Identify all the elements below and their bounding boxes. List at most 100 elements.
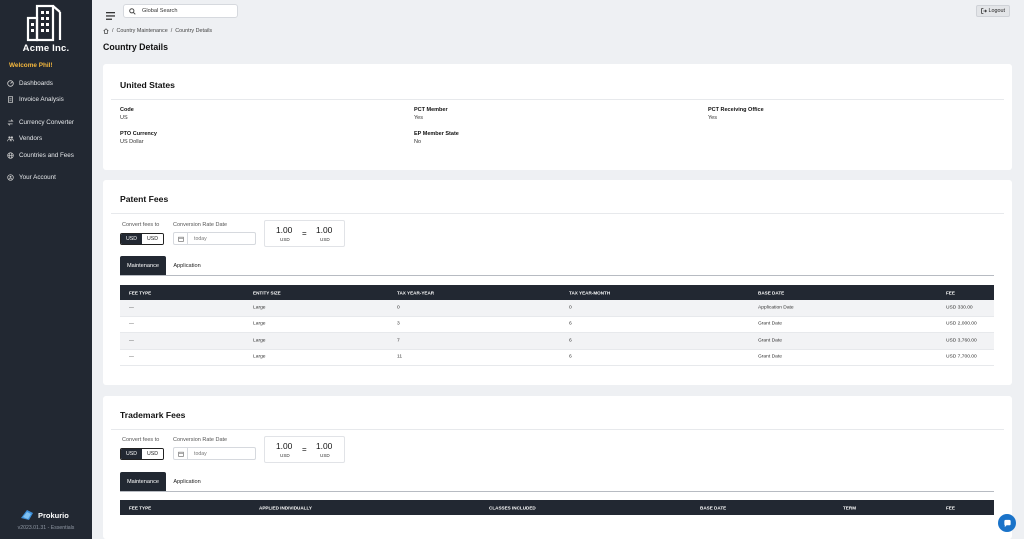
tab-underline xyxy=(120,275,994,276)
topbar: Logout xyxy=(92,0,1024,24)
sidebar-item-label: Vendors xyxy=(19,134,43,142)
field-value: No xyxy=(414,139,422,145)
cell-base-date: Application Date xyxy=(758,305,794,311)
prokurio-logo-icon xyxy=(21,510,33,520)
table-row: — Large 11 6 Grant Date USD 7,700.00 xyxy=(120,350,994,366)
cell-fee: USD 2,000.00 xyxy=(946,321,977,327)
cell-fee-type: — xyxy=(129,354,134,360)
cell-base-date: Grant Date xyxy=(758,321,782,327)
breadcrumb: / Country Maintenance / Country Details xyxy=(103,28,212,34)
currency-toggle: USD USD xyxy=(120,448,164,460)
sidebar-item-invoice-analysis[interactable]: Invoice Analysis xyxy=(7,93,64,105)
home-icon[interactable] xyxy=(103,28,109,34)
sidebar-item-currency-converter[interactable]: Currency Converter xyxy=(7,116,74,128)
cell-tax-year-year: 11 xyxy=(397,354,403,360)
rate-to-value: 1.00 xyxy=(316,441,333,451)
brand: Prokurio xyxy=(20,509,69,521)
conversion-date-input[interactable]: today xyxy=(173,447,256,460)
sidebar: Acme Inc. Welcome Phil! Dashboards Invoi… xyxy=(0,0,92,539)
table-row: — Large 0 0 Application Date USD 330.00 xyxy=(120,300,994,317)
convert-fees-label: Convert fees to xyxy=(122,437,160,443)
rate-from-value: 1.00 xyxy=(276,441,293,451)
field-value: Yes xyxy=(708,115,717,121)
conversion-date-label: Conversion Rate Date xyxy=(173,437,228,443)
currency-option-usd-alt[interactable]: USD xyxy=(142,449,163,459)
col-entity-size[interactable]: ENTITY SIZE xyxy=(253,290,281,295)
currency-option-usd[interactable]: USD xyxy=(121,449,142,459)
hamburger-menu-icon[interactable] xyxy=(106,7,115,25)
col-fee[interactable]: FEE xyxy=(946,505,955,510)
cell-tax-year-year: 3 xyxy=(397,321,400,327)
currency-option-usd-alt[interactable]: USD xyxy=(142,234,163,244)
patent-fees-card: Patent Fees Convert fees to USD USD Conv… xyxy=(103,180,1012,385)
col-fee-type[interactable]: FEE TYPE xyxy=(129,505,151,510)
cell-tax-year-month: 6 xyxy=(569,338,572,344)
cell-base-date: Grant Date xyxy=(758,338,782,344)
global-search xyxy=(123,4,238,18)
col-base-date[interactable]: BASE DATE xyxy=(758,290,784,295)
conversion-date-input[interactable]: today xyxy=(173,232,256,245)
welcome-message: Welcome Phil! xyxy=(9,62,53,69)
col-term[interactable]: TERM xyxy=(843,505,856,510)
cell-fee: USD 7,700.00 xyxy=(946,354,977,360)
logout-label: Logout xyxy=(988,8,1006,14)
cell-fee-type: — xyxy=(129,338,134,344)
currency-icon xyxy=(7,118,14,126)
col-fee[interactable]: FEE xyxy=(946,290,955,295)
app-version: v2023.01.31 - Essentials xyxy=(17,525,75,531)
sidebar-item-label: Currency Converter xyxy=(19,118,74,126)
patent-fees-table-header: FEE TYPE ENTITY SIZE TAX YEAR-YEAR TAX Y… xyxy=(120,285,994,300)
col-classes-included[interactable]: CLASSES INCLUDED xyxy=(489,505,536,510)
section-title: Trademark Fees xyxy=(120,410,186,420)
cell-base-date: Grant Date xyxy=(758,354,782,360)
logout-button[interactable]: Logout xyxy=(975,5,1010,17)
field-pct-member: PCT Member Yes xyxy=(414,106,448,122)
invoice-icon xyxy=(8,95,13,103)
cell-tax-year-month: 6 xyxy=(569,321,572,327)
cell-fee-type: — xyxy=(129,321,134,327)
vendors-icon xyxy=(7,135,14,141)
sidebar-item-label: Invoice Analysis xyxy=(19,95,64,103)
tab-application[interactable]: Application xyxy=(166,256,208,275)
divider xyxy=(111,99,1004,100)
convert-fees-label: Convert fees to xyxy=(122,222,160,228)
sidebar-item-countries-and-fees[interactable]: Countries and Fees xyxy=(7,149,74,161)
col-base-date[interactable]: BASE DATE xyxy=(700,505,726,510)
col-fee-type[interactable]: FEE TYPE xyxy=(129,290,151,295)
table-row: — Large 3 6 Grant Date USD 2,000.00 xyxy=(120,317,994,333)
breadcrumb-separator: / xyxy=(170,28,173,34)
company-name: Acme Inc. xyxy=(22,43,70,54)
tab-maintenance[interactable]: Maintenance xyxy=(120,472,166,491)
currency-option-usd[interactable]: USD xyxy=(121,234,142,244)
cell-fee-type: — xyxy=(129,305,134,311)
cell-tax-year-year: 7 xyxy=(397,338,400,344)
account-icon xyxy=(7,173,14,181)
building-logo-icon xyxy=(24,4,64,42)
field-value: US xyxy=(120,115,128,121)
rate-equals: = xyxy=(302,229,307,238)
conversion-date-label: Conversion Rate Date xyxy=(173,222,228,228)
chat-support-button[interactable] xyxy=(998,514,1016,532)
col-tax-year-year[interactable]: TAX YEAR-YEAR xyxy=(397,290,434,295)
search-input[interactable] xyxy=(142,8,232,14)
dashboard-icon xyxy=(7,79,14,87)
table-row: — Large 7 6 Grant Date USD 3,760.00 xyxy=(120,333,994,350)
field-label: EP Member State xyxy=(414,131,459,137)
tab-application[interactable]: Application xyxy=(166,472,208,491)
tab-maintenance[interactable]: Maintenance xyxy=(120,256,166,275)
cell-tax-year-month: 6 xyxy=(569,354,572,360)
col-tax-year-month[interactable]: TAX YEAR-MONTH xyxy=(569,290,610,295)
sidebar-item-your-account[interactable]: Your Account xyxy=(7,171,56,183)
breadcrumb-country-details: Country Details xyxy=(175,28,213,34)
breadcrumb-country-maintenance[interactable]: Country Maintenance xyxy=(117,28,168,34)
sidebar-item-vendors[interactable]: Vendors xyxy=(7,132,42,144)
conversion-rate-display: 1.00 USD = 1.00 USD xyxy=(264,220,345,247)
breadcrumb-separator: / xyxy=(112,28,114,34)
divider xyxy=(111,213,1004,214)
sidebar-item-label: Dashboards xyxy=(19,79,53,87)
sidebar-item-dashboards[interactable]: Dashboards xyxy=(7,77,53,89)
search-icon xyxy=(129,7,136,15)
col-applied-individually[interactable]: APPLIED INDIVIDUALLY xyxy=(259,505,312,510)
section-title: Patent Fees xyxy=(120,194,169,204)
rate-from-currency: USD xyxy=(280,237,290,242)
